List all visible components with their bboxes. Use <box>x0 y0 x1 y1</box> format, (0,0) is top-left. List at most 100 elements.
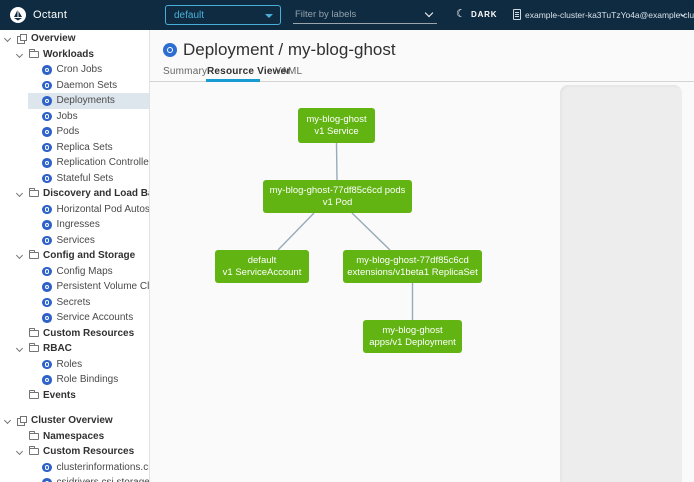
chevron-down-icon[interactable] <box>16 190 23 197</box>
page-title: Deployment / my-blog-ghost <box>183 40 396 60</box>
sidebar-item-config-maps[interactable]: Config Maps <box>0 264 149 280</box>
chevron-down-icon[interactable] <box>4 35 11 42</box>
sidebar-item-discovery-and-load-balancing[interactable]: Discovery and Load Balancing <box>0 186 149 202</box>
graph-edge <box>337 143 338 180</box>
overview-icon <box>17 416 26 425</box>
chevron-down-icon[interactable] <box>16 252 23 259</box>
sidebar-item-pods[interactable]: Pods <box>0 124 149 140</box>
sidebar-item-workloads[interactable]: Workloads <box>0 47 149 63</box>
sidebar-item-clusterinformations-crd-projec[interactable]: clusterinformations.crd.projec <box>0 460 149 476</box>
tab-summary[interactable]: Summary <box>163 66 207 77</box>
sidebar-item-deployments[interactable]: Deployments <box>0 93 149 109</box>
sidebar-item-label: Events <box>43 390 76 401</box>
sidebar-item-ingresses[interactable]: Ingresses <box>0 217 149 233</box>
sidebar-item-label: Deployments <box>57 95 115 106</box>
sidebar-nav: Overview WorkloadsCron Jobs Daemon Sets Dep… <box>0 30 150 482</box>
k8s-resource-icon <box>42 205 52 215</box>
sidebar-item-role-bindings[interactable]: Role Bindings <box>0 372 149 388</box>
namespace-selector[interactable]: default <box>165 5 281 25</box>
sidebar-item-label: clusterinformations.crd.projec <box>57 462 151 473</box>
label-filter-input[interactable]: Filter by labels <box>295 9 356 20</box>
sidebar-item-services[interactable]: Services <box>0 233 149 249</box>
sidebar-item-custom-resources[interactable]: Custom Resources <box>0 444 149 460</box>
folder-icon <box>29 51 39 58</box>
k8s-resource-icon <box>42 313 52 323</box>
k8s-resource-icon <box>42 360 52 370</box>
sidebar-item-persistent-volume-claims[interactable]: Persistent Volume Claims <box>0 279 149 295</box>
sidebar-item-roles[interactable]: Roles <box>0 357 149 373</box>
sidebar-item-service-accounts[interactable]: Service Accounts <box>0 310 149 326</box>
moon-icon[interactable]: ☾ <box>456 7 466 20</box>
node-title: my-blog-ghost-77df85c6cd <box>356 255 468 267</box>
sidebar-item-label: Persistent Volume Claims <box>57 281 151 292</box>
node-subtitle: v1 Service <box>314 126 358 138</box>
sidebar-item-stateful-sets[interactable]: Stateful Sets <box>0 171 149 187</box>
sidebar-item-daemon-sets[interactable]: Daemon Sets <box>0 78 149 94</box>
folder-icon <box>29 392 39 399</box>
folder-icon <box>29 190 39 197</box>
chevron-down-icon[interactable] <box>16 448 23 455</box>
sidebar-item-replication-controllers[interactable]: Replication Controllers <box>0 155 149 171</box>
k8s-resource-icon <box>42 478 52 482</box>
graph-node-replicaset[interactable]: my-blog-ghost-77df85c6cdextensions/v1bet… <box>343 250 482 283</box>
sidebar-item-label: Overview <box>31 33 75 44</box>
sidebar-item-label: Pods <box>57 126 80 137</box>
main-content: Deployment / my-blog-ghost SummaryResour… <box>150 30 694 482</box>
brand-title: Octant <box>33 9 67 21</box>
sidebar-item-jobs[interactable]: Jobs <box>0 109 149 125</box>
sidebar-item-label: csidrivers.csi.storage.k8s.io <box>57 477 151 482</box>
document-icon <box>513 9 521 20</box>
sidebar-item-cluster-overview[interactable]: Cluster Overview <box>0 413 149 429</box>
sidebar-item-label: RBAC <box>43 343 72 354</box>
sidebar-item-label: Roles <box>57 359 83 370</box>
k8s-resource-icon <box>42 267 52 277</box>
sidebar-item-label: Config and Storage <box>43 250 135 261</box>
dark-mode-toggle[interactable]: DARK <box>471 10 497 19</box>
chevron-down-icon[interactable] <box>16 51 23 58</box>
k8s-resource-icon <box>42 236 52 246</box>
sidebar-item-secrets[interactable]: Secrets <box>0 295 149 311</box>
sidebar-item-csidrivers-csi-storage-k8s-io[interactable]: csidrivers.csi.storage.k8s.io <box>0 475 149 482</box>
graph-node-serviceaccount[interactable]: defaultv1 ServiceAccount <box>215 250 309 283</box>
graph-node-pod[interactable]: my-blog-ghost-77df85c6cd podsv1 Pod <box>263 180 412 213</box>
chevron-down-icon[interactable] <box>4 417 11 424</box>
sidebar-item-overview[interactable]: Overview <box>0 31 149 47</box>
k8s-resource-icon <box>42 96 52 106</box>
sidebar-item-label: Horizontal Pod Autoscalers <box>57 204 151 215</box>
folder-icon <box>29 433 39 440</box>
cluster-context-selector[interactable]: example-cluster-ka3TuTzYo4a@example-clus… <box>525 10 694 20</box>
sidebar-item-label: Secrets <box>57 297 91 308</box>
graph-edge <box>352 213 390 250</box>
sidebar-item-events[interactable]: Events <box>0 388 149 404</box>
sidebar-item-rbac[interactable]: RBAC <box>0 341 149 357</box>
deployment-icon <box>163 43 177 57</box>
sidebar-item-config-and-storage[interactable]: Config and Storage <box>0 248 149 264</box>
namespace-selector-value: default <box>174 10 204 21</box>
k8s-resource-icon <box>42 158 52 168</box>
node-title: default <box>248 255 277 267</box>
chevron-down-icon[interactable] <box>16 345 23 352</box>
sidebar-item-custom-resources[interactable]: Custom Resources <box>0 326 149 342</box>
sidebar-item-label: Namespaces <box>43 431 104 442</box>
sidebar-item-cron-jobs[interactable]: Cron Jobs <box>0 62 149 78</box>
sidebar-item-horizontal-pod-autoscalers[interactable]: Horizontal Pod Autoscalers <box>0 202 149 218</box>
folder-icon <box>29 252 39 259</box>
graph-edge <box>278 213 314 250</box>
filter-underline <box>293 23 437 24</box>
node-subtitle: v1 Pod <box>323 197 353 209</box>
tab-yaml[interactable]: YAML <box>275 66 302 77</box>
caret-down-icon <box>265 14 273 18</box>
graph-node-deployment[interactable]: my-blog-ghostapps/v1 Deployment <box>363 320 462 353</box>
sidebar-item-label: Replica Sets <box>57 142 113 153</box>
octant-logo-icon <box>10 7 26 23</box>
sidebar-item-replica-sets[interactable]: Replica Sets <box>0 140 149 156</box>
sidebar-item-namespaces[interactable]: Namespaces <box>0 429 149 445</box>
k8s-resource-icon <box>42 375 52 385</box>
k8s-resource-icon <box>42 282 52 292</box>
sidebar-item-label: Ingresses <box>57 219 100 230</box>
sidebar-item-label: Daemon Sets <box>57 80 118 91</box>
graph-node-service[interactable]: my-blog-ghostv1 Service <box>298 108 375 143</box>
k8s-resource-icon <box>42 174 52 184</box>
k8s-resource-icon <box>42 220 52 230</box>
chevron-down-icon[interactable] <box>425 9 433 17</box>
